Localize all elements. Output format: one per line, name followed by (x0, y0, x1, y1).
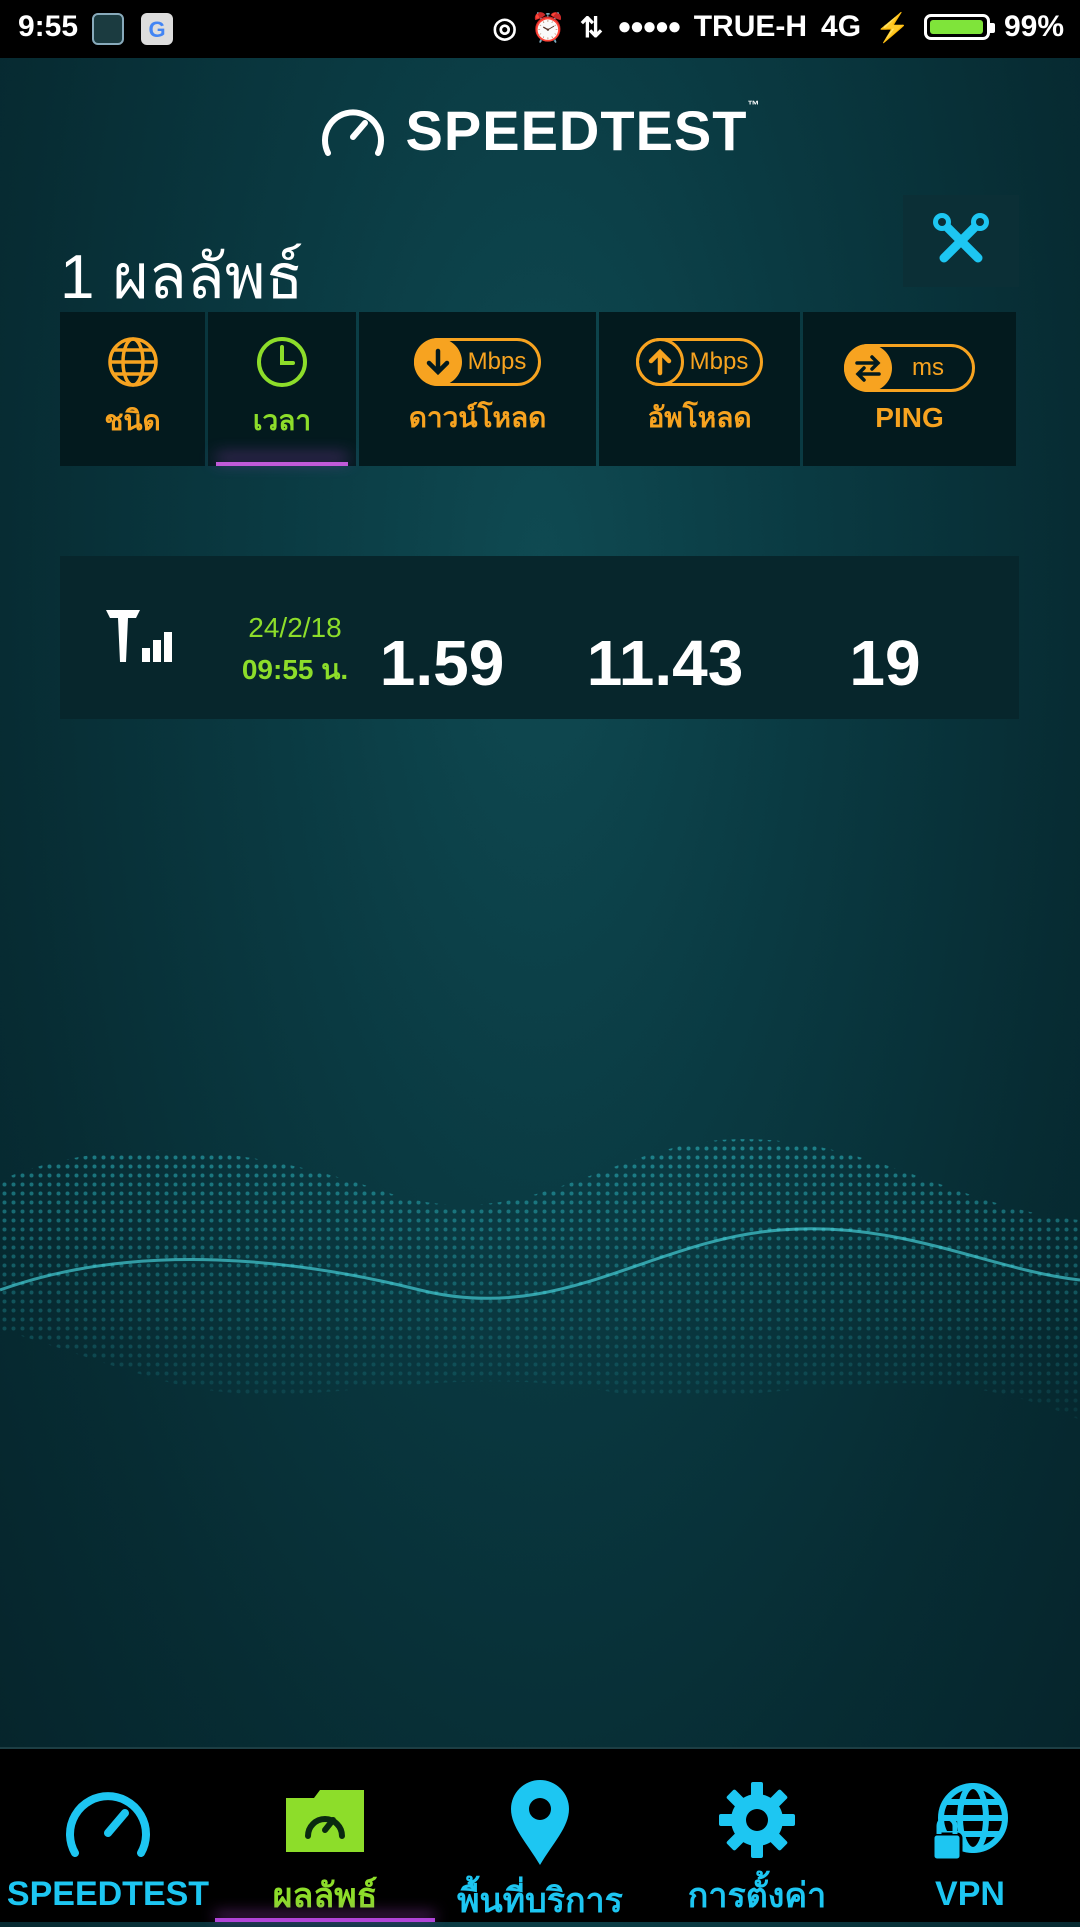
signal-dots: ●●●●● (617, 13, 682, 40)
svg-text:G: G (148, 17, 165, 42)
result-download-value: 1.59 (379, 627, 505, 699)
speedtest-logo-icon (321, 108, 384, 156)
nav-settings-label: การตั้งค่า (687, 1877, 827, 1915)
column-type-label: ชนิด (104, 405, 161, 436)
column-type[interactable]: ชนิด (60, 312, 205, 466)
status-time: 9:55 (18, 10, 79, 43)
result-datetime: 24/2/18 09:55 น. (230, 612, 360, 692)
tools-icon (933, 213, 989, 263)
nav-vpn-label: VPN (935, 1875, 1005, 1913)
results-folder-icon (286, 1789, 364, 1852)
nav-speedtest-label: SPEEDTEST (6, 1875, 210, 1913)
column-upload[interactable]: Mbps อัพโหลด (599, 312, 800, 466)
results-label: ผลลัพธ์ (112, 243, 304, 312)
battery-percent: 99% (1003, 10, 1064, 43)
nav-coverage-label: พื้นที่บริการ (457, 1882, 623, 1920)
upload-arrow-icon (635, 338, 684, 386)
nav-vpn[interactable]: VPN (900, 1749, 1040, 1922)
vpn-globe-lock-icon (931, 1783, 1008, 1862)
result-row[interactable]: 24/2/18 09:55 น. 1.59 11.43 19 (60, 556, 1019, 719)
column-time-label: เวลา (252, 405, 312, 436)
hotspot-icon: ◎ (492, 11, 517, 43)
map-pin-icon (511, 1780, 569, 1865)
charging-bolt-icon: ⚡ (875, 11, 910, 43)
result-upload-value: 11.43 (586, 627, 744, 699)
upload-unit: Mbps (689, 348, 749, 375)
globe-icon (107, 337, 158, 387)
carrier-name: TRUE-H (693, 10, 808, 43)
gear-icon (719, 1781, 795, 1858)
download-arrow-icon (413, 338, 462, 386)
ping-unit-pill: ms (844, 344, 975, 392)
column-ping-label: PING (875, 402, 944, 433)
column-ping[interactable]: ms PING (803, 312, 1016, 466)
column-time[interactable]: เวลา (208, 312, 356, 466)
speedtest-notification-icon (92, 13, 124, 45)
speedometer-icon (66, 1792, 150, 1857)
nav-coverage[interactable]: พื้นที่บริการ (440, 1749, 640, 1922)
bottom-navigation: SPEEDTEST ผลลัพธ์ พื้นที่บริการ การตั้งค… (0, 1747, 1080, 1922)
background-wave (0, 1139, 1080, 1420)
data-transfer-icon: ⇅ (579, 11, 604, 43)
battery-icon (923, 14, 995, 40)
download-unit-pill: Mbps (413, 338, 542, 386)
cellular-signal-icon (106, 610, 172, 662)
nav-results-label: ผลลัพธ์ (272, 1877, 378, 1915)
nav-speedtest[interactable]: SPEEDTEST (6, 1749, 210, 1922)
app-header: SPEEDTEST™ (0, 98, 1080, 165)
ping-arrows-icon (844, 344, 892, 392)
upload-unit-pill: Mbps (635, 338, 764, 386)
results-count: 1 (60, 243, 95, 312)
clock-icon (257, 337, 307, 387)
network-type: 4G (821, 10, 862, 43)
column-upload-label: อัพโหลด (647, 402, 752, 433)
result-time: 09:55 น. (241, 654, 349, 685)
app-title: SPEEDTEST™ (405, 98, 761, 162)
google-notification-icon: G (141, 13, 173, 45)
ping-unit: ms (912, 354, 944, 381)
nav-results[interactable]: ผลลัพธ์ (215, 1749, 435, 1922)
column-download[interactable]: Mbps ดาวน์โหลด (359, 312, 596, 466)
column-download-label: ดาวน์โหลด (408, 402, 547, 433)
download-unit: Mbps (467, 348, 527, 375)
result-date: 24/2/18 (248, 612, 342, 643)
status-bar: 9:55 G ◎ ⏰ ⇅ ●●●●● TRUE-H 4G ⚡ 99% (0, 0, 1080, 58)
tools-button[interactable] (903, 195, 1019, 287)
nav-settings[interactable]: การตั้งค่า (674, 1749, 840, 1922)
alarm-icon: ⏰ (530, 11, 566, 43)
results-column-headers: ชนิด เวลา Mbps ดาวน์โหลด Mbps อัพโหลด ms… (60, 312, 1019, 466)
result-ping-value: 19 (849, 627, 921, 699)
